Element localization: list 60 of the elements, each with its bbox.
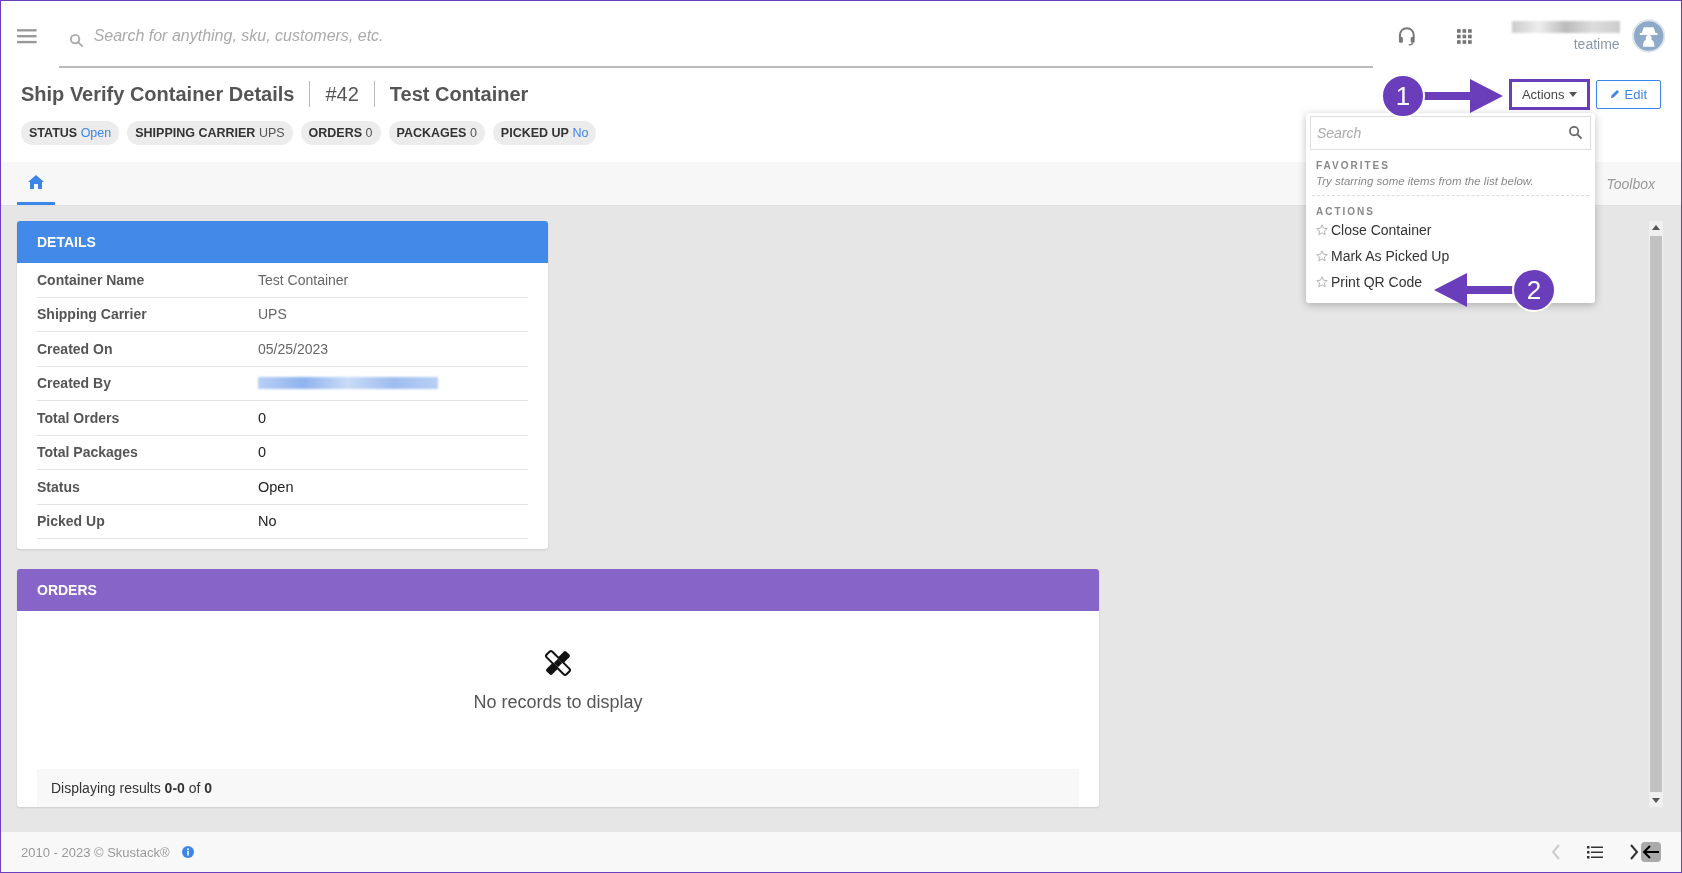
menu-item[interactable]: Close Container	[1331, 222, 1432, 238]
apps-grid-icon[interactable]	[1456, 28, 1472, 44]
field-value: Test Container	[258, 271, 349, 288]
empty-message: No records to display	[473, 691, 643, 713]
field-label: Container Name	[37, 271, 146, 288]
back-arrow-icon[interactable]	[1641, 842, 1661, 862]
star-icon[interactable]	[1316, 276, 1328, 288]
section-heading: ACTIONS	[1315, 205, 1376, 217]
section-heading: FAVORITES	[1315, 159, 1391, 171]
field-value: UPS	[258, 306, 287, 323]
field-value: Open	[258, 478, 294, 495]
headset-icon[interactable]	[1397, 26, 1417, 46]
actions-button[interactable]: Actions	[1508, 78, 1590, 110]
field-label: Picked Up	[37, 513, 106, 530]
star-icon[interactable]	[1316, 250, 1328, 262]
scroll-up-icon[interactable]	[1652, 225, 1660, 230]
field-label: Shipping Carrier	[37, 306, 148, 323]
field-label: Created On	[37, 340, 114, 357]
search-field[interactable]: Search for anything, sku, customers, etc.	[58, 6, 1374, 68]
pencil-icon	[1609, 89, 1620, 99]
field-label: Created By	[37, 375, 112, 392]
scrollbar[interactable]	[1649, 221, 1663, 807]
chevron-right-icon[interactable]	[1629, 844, 1639, 860]
avatar-icon[interactable]	[1631, 19, 1665, 53]
search-icon	[1568, 125, 1583, 140]
field-value: No	[258, 513, 277, 530]
pager-text: Displaying results 0-0 of 0	[51, 780, 213, 796]
user-subtitle: teatime	[1573, 35, 1620, 52]
status-chip: ORDERS 0	[300, 121, 381, 145]
scroll-down-icon[interactable]	[1652, 798, 1660, 803]
container-name: Test Container	[389, 82, 529, 106]
status-chip: STATUS Open	[21, 121, 120, 145]
step-badge: 1	[1381, 74, 1425, 118]
field-label: Status	[37, 478, 81, 495]
dropdown-search-field[interactable]: Search	[1310, 116, 1591, 150]
field-value: 0	[258, 444, 267, 461]
field-label: Total Packages	[37, 444, 139, 461]
favorites-hint: Try starring some items from the list below.	[1315, 174, 1535, 189]
status-chip: PACKAGES 0	[388, 121, 485, 145]
list-icon[interactable]	[1587, 845, 1603, 859]
step-badge: 2	[1512, 268, 1556, 312]
field-label: Total Orders	[37, 409, 121, 426]
search-icon	[68, 33, 84, 48]
caret-icon	[1568, 91, 1577, 97]
edit-button[interactable]: Edit	[1595, 79, 1661, 109]
menu-item[interactable]: Print QR Code	[1331, 274, 1423, 290]
field-value: 0	[258, 409, 267, 426]
field-value: 05/25/2023	[258, 340, 329, 357]
star-icon[interactable]	[1316, 224, 1328, 236]
container-number: #42	[325, 82, 359, 106]
info-icon[interactable]	[181, 846, 194, 858]
home-icon	[28, 175, 44, 189]
status-chip: SHIPPING CARRIER UPS	[127, 121, 293, 145]
card-header: ORDERS	[17, 569, 1099, 611]
menu-icon[interactable]	[17, 28, 37, 44]
status-chip: PICKED UP No	[492, 121, 597, 145]
page-title: Ship Verify Container Details	[21, 82, 295, 106]
card-header: DETAILS	[17, 221, 548, 263]
copyright-text: 2010 - 2023 © Skustack®	[21, 844, 170, 860]
menu-item[interactable]: Mark As Picked Up	[1331, 248, 1450, 264]
